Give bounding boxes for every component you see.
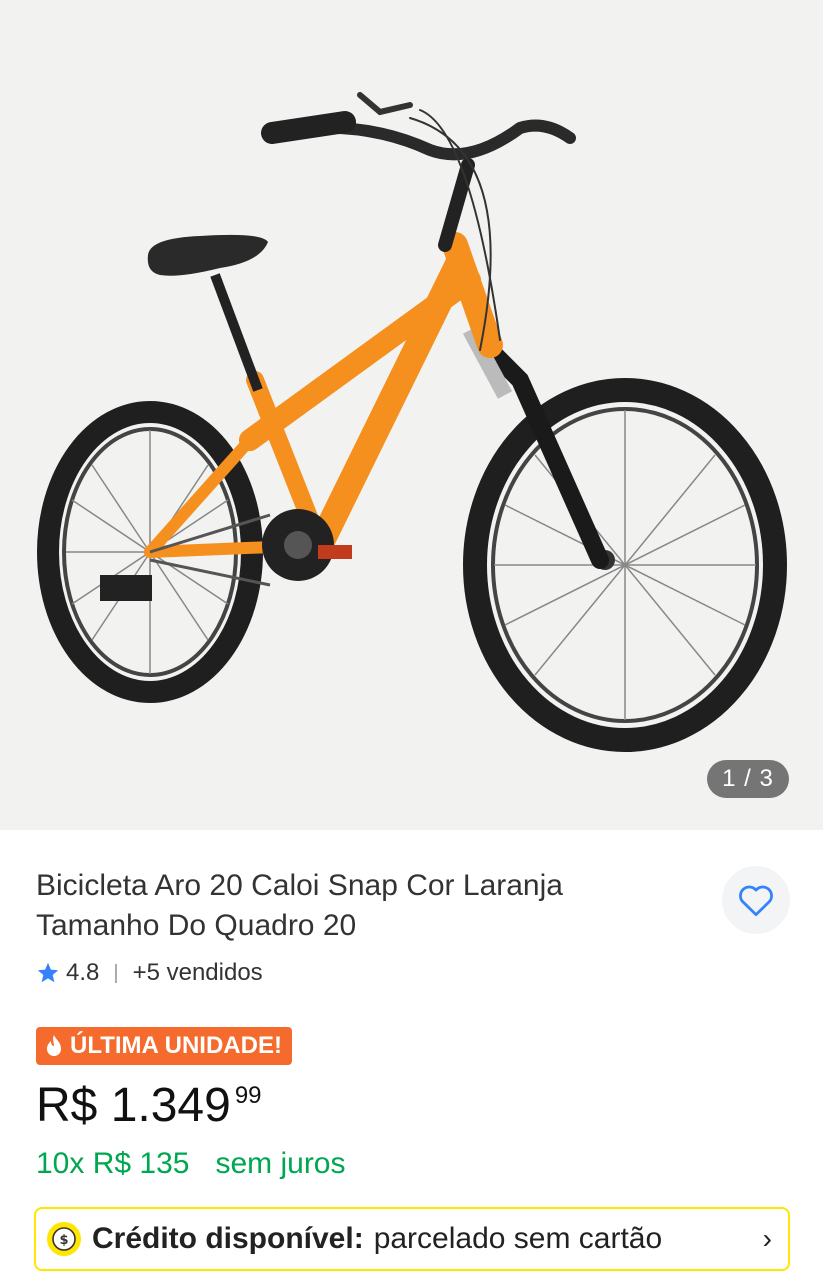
price: R$ 1.349 99 <box>36 1076 262 1136</box>
installments-value: 10x R$ 135 <box>36 1147 190 1180</box>
chevron-right-icon: › <box>762 1223 772 1254</box>
credit-text: parcelado sem cartão <box>373 1222 663 1255</box>
rating-divider: | <box>113 961 119 984</box>
price-cents: 99 <box>234 1082 262 1109</box>
credit-label: Crédito disponível: <box>92 1222 364 1255</box>
heart-icon <box>739 885 773 917</box>
rating-value: 4.8 <box>66 959 100 986</box>
star-icon <box>37 962 59 983</box>
product-title: Bicicleta Aro 20 Caloi Snap Cor Laranja … <box>36 869 563 942</box>
last-unit-badge: ÚLTIMA UNIDADE! <box>36 1027 292 1065</box>
price-main: R$ 1.349 <box>36 1079 231 1132</box>
product-image-gallery[interactable]: 1 / 3 <box>0 0 823 830</box>
product-image <box>37 92 787 752</box>
coin-icon: $ <box>47 1222 81 1256</box>
front-wheel <box>463 378 787 752</box>
flame-icon <box>47 1035 61 1056</box>
crankset <box>100 509 352 601</box>
image-counter: 1 / 3 <box>707 760 789 798</box>
badge-label: ÚLTIMA UNIDADE! <box>70 1032 282 1059</box>
saddle <box>147 234 268 392</box>
bike-frame <box>144 232 503 558</box>
installments: 10x R$ 135 sem juros <box>36 1146 346 1182</box>
svg-text:$: $ <box>59 1233 68 1248</box>
favorite-button[interactable] <box>722 866 790 934</box>
credit-banner[interactable]: $ Crédito disponível: parcelado sem cart… <box>34 1207 790 1271</box>
rating-row[interactable]: 4.8 | +5 vendidos <box>36 954 263 992</box>
sold-count: +5 vendidos <box>132 959 263 986</box>
installments-note: sem juros <box>215 1147 346 1180</box>
